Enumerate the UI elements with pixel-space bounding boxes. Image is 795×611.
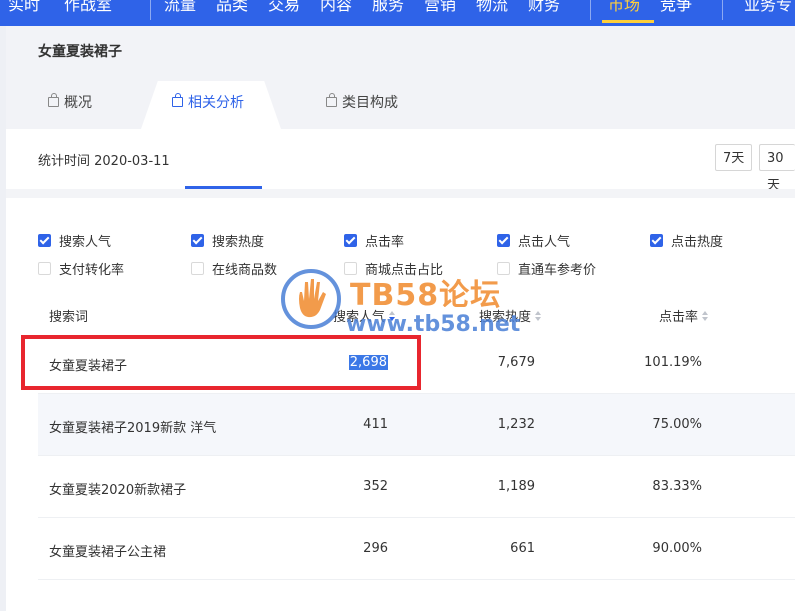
cell-ctr: 90.00% — [652, 541, 702, 556]
table-row-partial[interactable] — [38, 580, 795, 611]
metric-label: 支付转化率 — [59, 263, 125, 278]
cell-popularity: 296 — [363, 541, 388, 556]
cell-term: 女童夏装裙子公主裙 — [49, 545, 167, 560]
nav-item-realtime[interactable]: 实时 — [8, 0, 40, 15]
cell-term: 女童夏装裙子2019新款 洋气 — [49, 421, 217, 436]
column-header-label: 搜索人气 — [333, 310, 386, 325]
title-bar: 女童夏装裙子 概况 相关分析 类目构成 — [6, 26, 795, 129]
metric-click-popularity[interactable]: 点击人气 — [497, 231, 570, 250]
metric-label: 商城点击占比 — [365, 263, 444, 278]
table-row[interactable]: 女童夏装裙子公主裙 296 661 90.00% — [38, 518, 795, 580]
metric-label: 点击人气 — [518, 235, 571, 250]
checkbox-checked-icon — [38, 234, 51, 247]
checkbox-checked-icon — [497, 234, 510, 247]
sort-icon — [702, 310, 709, 321]
tab-overview[interactable]: 概况 — [48, 92, 92, 112]
column-header-heat[interactable]: 搜索热度 — [479, 306, 542, 325]
metric-label: 直通车参考价 — [518, 263, 597, 278]
column-header-ctr[interactable]: 点击率 — [659, 306, 709, 325]
metric-online-items[interactable]: 在线商品数 — [191, 259, 277, 278]
nav-item-competition[interactable]: 竞争 — [660, 0, 692, 15]
tab-label: 相关分析 — [188, 95, 244, 111]
checkbox-checked-icon — [344, 234, 357, 247]
tab-related-analysis[interactable]: 相关分析 — [172, 92, 244, 112]
nav-item-business[interactable]: 业务专 — [744, 0, 792, 15]
main-panel: 女童夏装裙子 概况 相关分析 类目构成 统计时间 2020-03-11 7天 3… — [6, 26, 795, 611]
cell-ctr: 101.19% — [644, 355, 702, 370]
metric-search-popularity[interactable]: 搜索人气 — [38, 231, 111, 250]
nav-active-indicator — [602, 20, 654, 23]
metric-label: 点击热度 — [671, 235, 724, 250]
table-row[interactable]: 女童夏装裙子2019新款 洋气 411 1,232 75.00% — [38, 394, 795, 456]
metric-ztc-price[interactable]: 直通车参考价 — [497, 259, 596, 278]
metric-mall-click-share[interactable]: 商城点击占比 — [344, 259, 443, 278]
nav-separator — [590, 0, 591, 20]
cell-ctr: 75.00% — [652, 417, 702, 432]
top-navigation-bar: 实时 作战室 流量 品类 交易 内容 服务 营销 物流 财务 市场 竞争 业务专 — [0, 0, 795, 26]
metric-search-heat[interactable]: 搜索热度 — [191, 231, 264, 250]
nav-item-traffic[interactable]: 流量 — [164, 0, 196, 15]
cell-term: 女童夏装2020新款裙子 — [49, 483, 187, 498]
nav-item-trade[interactable]: 交易 — [268, 0, 300, 15]
sort-icon — [389, 310, 396, 321]
metric-label: 搜索人气 — [59, 235, 112, 250]
column-header-label: 点击率 — [659, 310, 699, 325]
shopping-bag-icon — [48, 93, 59, 107]
nav-separator — [150, 0, 151, 20]
table-header: 搜索词 搜索人气 搜索热度 点击率 — [38, 300, 795, 330]
highlight-annotation-box — [21, 335, 421, 390]
cell-heat: 1,189 — [497, 479, 535, 494]
nav-separator — [722, 0, 723, 20]
shopping-bag-icon — [172, 93, 183, 107]
tab-label: 概况 — [64, 95, 92, 111]
cell-heat: 7,679 — [497, 355, 535, 370]
stat-row: 统计时间 2020-03-11 7天 30天 — [6, 129, 795, 193]
cell-heat: 1,232 — [497, 417, 535, 432]
checkbox-checked-icon — [650, 234, 663, 247]
nav-item-war-room[interactable]: 作战室 — [64, 0, 112, 15]
checkbox-unchecked-icon — [191, 262, 204, 275]
cell-heat: 661 — [510, 541, 535, 556]
metric-click-heat[interactable]: 点击热度 — [650, 231, 723, 250]
table-row[interactable]: 女童夏装2020新款裙子 352 1,189 83.33% — [38, 456, 795, 518]
cell-popularity: 411 — [363, 417, 388, 432]
column-header-label: 搜索热度 — [479, 310, 532, 325]
nav-item-category[interactable]: 品类 — [216, 0, 248, 15]
metric-label: 搜索热度 — [212, 235, 265, 250]
cell-ctr: 83.33% — [652, 479, 702, 494]
tab-category-composition[interactable]: 类目构成 — [326, 92, 398, 112]
stat-time: 统计时间 2020-03-11 — [38, 154, 170, 169]
page-title: 女童夏装裙子 — [38, 44, 122, 60]
metric-label: 点击率 — [365, 235, 405, 250]
nav-item-logistics[interactable]: 物流 — [476, 0, 508, 15]
shopping-bag-icon — [326, 93, 337, 107]
nav-item-marketing[interactable]: 营销 — [424, 0, 456, 15]
cell-popularity: 352 — [363, 479, 388, 494]
checkbox-unchecked-icon — [38, 262, 51, 275]
nav-item-market[interactable]: 市场 — [608, 0, 640, 15]
nav-item-content[interactable]: 内容 — [320, 0, 352, 15]
nav-item-service[interactable]: 服务 — [372, 0, 404, 15]
sort-icon — [535, 310, 542, 321]
section-divider — [6, 189, 795, 198]
range-7d-button[interactable]: 7天 — [715, 144, 753, 171]
column-header-popularity[interactable]: 搜索人气 — [333, 306, 396, 325]
checkbox-unchecked-icon — [497, 262, 510, 275]
checkbox-checked-icon — [191, 234, 204, 247]
metric-ctr[interactable]: 点击率 — [344, 231, 404, 250]
tab-label: 类目构成 — [342, 95, 398, 111]
column-header-term: 搜索词 — [49, 310, 89, 325]
metric-pay-conversion[interactable]: 支付转化率 — [38, 259, 124, 278]
nav-item-finance[interactable]: 财务 — [528, 0, 560, 15]
range-30d-button[interactable]: 30天 — [759, 144, 795, 193]
checkbox-unchecked-icon — [344, 262, 357, 275]
metric-label: 在线商品数 — [212, 263, 278, 278]
